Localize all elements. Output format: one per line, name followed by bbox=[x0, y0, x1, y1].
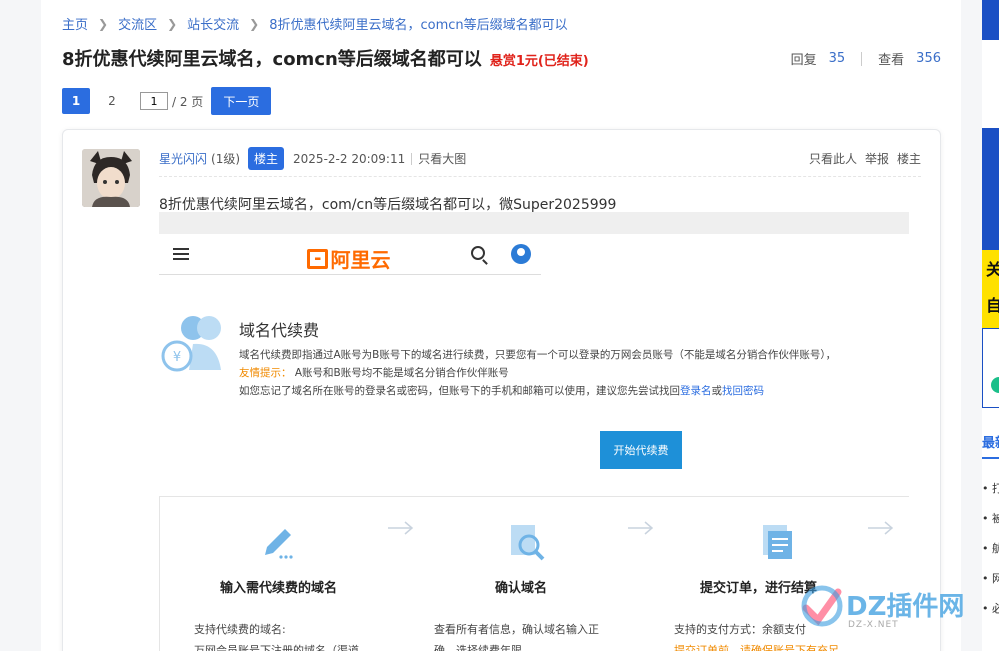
step-2-title: 确认域名 bbox=[495, 581, 548, 596]
floor-label: 楼主 bbox=[896, 152, 921, 166]
menu-icon bbox=[173, 248, 189, 260]
post-body-text: 8折优惠代续阿里云域名，com/cn等后缀域名都可以，微Super2025999 bbox=[159, 197, 617, 213]
screenshot-topbar bbox=[159, 212, 909, 234]
sidebar-card[interactable] bbox=[982, 328, 999, 408]
post-card: 星光闪闪 (1级) 楼主 2025-2-2 20:09:11 只看大图 只看此人… bbox=[62, 129, 941, 651]
renew-description: 域名代续费即指通过A账号为B账号下的域名进行续费，只要您有一个可以登录的万网会员… bbox=[239, 346, 836, 400]
page-2-button[interactable]: 2 bbox=[98, 88, 126, 114]
pencil-icon bbox=[265, 529, 293, 559]
sidebar-latest-item[interactable]: • 打 bbox=[982, 480, 999, 496]
sidebar-latest-item[interactable]: • 航 bbox=[982, 540, 999, 556]
meta-divider bbox=[411, 152, 413, 165]
only-image-link[interactable]: 只看大图 bbox=[418, 150, 466, 167]
watermark-text: DZ插件网 bbox=[846, 592, 965, 622]
sidebar-banner-ad[interactable] bbox=[982, 128, 999, 250]
sidebar-item-text: 航 bbox=[992, 542, 999, 555]
sidebar-banner-yellow[interactable]: 关 自 bbox=[982, 250, 999, 328]
tip-text: A账号和B账号均不能是域名分销合作伙伴账号 bbox=[294, 367, 509, 379]
page-title: 8折优惠代续阿里云域名，comcn等后缀域名都可以 悬赏1元(已结束) bbox=[62, 45, 589, 71]
views-count: 356 bbox=[916, 51, 941, 66]
search-icon bbox=[471, 246, 485, 260]
login-name-link: 登录名 bbox=[680, 385, 712, 397]
main-page: 主页 ❯ 交流区 ❯ 站长交流 ❯ 8折优惠代续阿里云域名，comcn等后缀域名… bbox=[41, 0, 961, 651]
renew-desc-line1: 域名代续费即指通过A账号为B账号下的域名进行续费，只要您有一个可以登录的万网会员… bbox=[239, 349, 837, 361]
step-1-desc-line1: 支持代续费的域名: bbox=[194, 623, 286, 636]
screenshot-nav: - 阿里云 bbox=[159, 239, 541, 275]
thread-title-text: 8折优惠代续阿里云域名，comcn等后缀域名都可以 bbox=[62, 49, 482, 70]
arrow-right-icon bbox=[628, 521, 654, 535]
user-icon bbox=[511, 244, 531, 264]
chevron-right-icon: ❯ bbox=[98, 16, 109, 31]
or-text: 或 bbox=[711, 385, 723, 397]
step-3-desc-line2: 提交订单前，请确保账号下有充足 bbox=[674, 644, 839, 651]
breadcrumb-board[interactable]: 站长交流 bbox=[187, 14, 239, 33]
svg-text:¥: ¥ bbox=[173, 350, 181, 365]
replies-label: 回复 bbox=[790, 53, 817, 68]
page-total: / 2 页 bbox=[172, 94, 204, 109]
step-1-title: 输入需代续费的域名 bbox=[220, 581, 338, 596]
green-dot-icon bbox=[991, 377, 999, 393]
step-2-desc-line1: 查看所有者信息，确认域名输入正 bbox=[434, 623, 599, 636]
stats-divider bbox=[861, 51, 863, 66]
next-page-button[interactable]: 下一页 bbox=[211, 87, 272, 115]
author-level: (1级) bbox=[211, 152, 241, 166]
renew-users-icon: ¥ bbox=[161, 316, 221, 372]
tip-label: 友情提示： bbox=[239, 367, 292, 379]
search-document-icon bbox=[511, 525, 545, 561]
embedded-screenshot: - 阿里云 ¥ 域名代续费 域名代续费即指通过A账号为B账号下的域名进行续费，只… bbox=[159, 212, 909, 651]
thread-stats: 回复 35 查看 356 bbox=[791, 49, 941, 68]
chevron-right-icon: ❯ bbox=[167, 16, 178, 31]
arrow-right-icon bbox=[868, 521, 894, 535]
sidebar-latest-item[interactable]: • 被 bbox=[982, 510, 999, 526]
post-meta: 星光闪闪 (1级) 楼主 2025-2-2 20:09:11 只看大图 只看此人… bbox=[159, 147, 921, 177]
sidebar-item-text: 被 bbox=[992, 512, 999, 525]
watermark-logo-icon bbox=[801, 585, 843, 627]
avatar[interactable] bbox=[82, 149, 140, 207]
start-renew-button: 开始代续费 bbox=[600, 431, 682, 469]
chevron-right-icon: ❯ bbox=[249, 16, 260, 31]
renew-title: 域名代续费 bbox=[239, 321, 320, 340]
aliyun-logo-text: 阿里云 bbox=[330, 248, 391, 272]
step-1-desc: 支持代续费的域名: 万网会员账号下注册的域名（渠道 bbox=[194, 619, 359, 651]
arrow-right-icon bbox=[388, 521, 414, 535]
sidebar-item-text: 必 bbox=[992, 602, 999, 615]
author-link[interactable]: 星光闪闪 bbox=[159, 150, 207, 167]
renew-desc-line2: 友情提示： A账号和B账号均不能是域名分销合作伙伴账号 bbox=[239, 364, 836, 382]
breadcrumb: 主页 ❯ 交流区 ❯ 站长交流 ❯ 8折优惠代续阿里云域名，comcn等后缀域名… bbox=[62, 14, 568, 34]
sidebar-item-text: 网 bbox=[992, 572, 999, 585]
step-2-desc: 查看所有者信息，确认域名输入正 确，选择续费年限。 bbox=[434, 619, 599, 651]
yellow-banner-line2: 自 bbox=[986, 296, 999, 315]
step-1-desc-line2: 万网会员账号下注册的域名（渠道 bbox=[194, 644, 359, 651]
replies-count: 35 bbox=[828, 51, 846, 66]
report-link[interactable]: 举报 bbox=[865, 150, 889, 167]
owner-badge: 楼主 bbox=[248, 147, 285, 170]
sidebar-item-text: 打 bbox=[992, 482, 999, 495]
steps-row: 输入需代续费的域名 支持代续费的域名: 万网会员账号下注册的域名（渠道 确认域名… bbox=[159, 496, 909, 651]
forgot-text: 如您忘记了域名所在账号的登录名或密码，但账号下的手机和邮箱可以使用，建议您先尝试… bbox=[239, 385, 680, 397]
order-document-icon bbox=[763, 525, 792, 559]
aliyun-bracket-icon: - bbox=[307, 248, 329, 269]
avatar-illustration-icon bbox=[82, 149, 140, 207]
right-sidebar: 关 自 最新 • 打 • 被 • 航 • 网 • 必 bbox=[982, 0, 999, 651]
renew-desc-line3: 如您忘记了域名所在账号的登录名或密码，但账号下的手机和邮箱可以使用，建议您先尝试… bbox=[239, 382, 836, 400]
views-label: 查看 bbox=[878, 53, 905, 68]
watermark-subtext: DZ-X.NET bbox=[848, 620, 899, 630]
post-actions: 只看此人 举报 楼主 bbox=[809, 150, 921, 167]
only-author-link[interactable]: 只看此人 bbox=[809, 150, 857, 167]
breadcrumb-forum[interactable]: 交流区 bbox=[118, 14, 157, 33]
pagination: 1 2 / 2 页 下一页 bbox=[62, 87, 272, 115]
sidebar-banner-top[interactable] bbox=[982, 0, 999, 40]
step-2-desc-line2: 确，选择续费年限。 bbox=[434, 644, 533, 651]
aliyun-logo: - 阿里云 bbox=[307, 244, 390, 273]
sidebar-latest-heading: 最新 bbox=[982, 432, 999, 459]
reward-badge: 悬赏1元(已结束) bbox=[489, 54, 589, 69]
post-time: 2025-2-2 20:09:11 bbox=[293, 151, 406, 166]
page-1-button[interactable]: 1 bbox=[62, 88, 90, 114]
breadcrumb-home[interactable]: 主页 bbox=[62, 14, 88, 33]
breadcrumb-current[interactable]: 8折优惠代续阿里云域名，comcn等后缀域名都可以 bbox=[269, 14, 567, 33]
page-number-input[interactable] bbox=[140, 92, 168, 110]
site-watermark: DZ插件网 DZ-X.NET bbox=[800, 580, 990, 636]
recover-password-link: 找回密码 bbox=[722, 385, 764, 397]
yellow-banner-line1: 关 bbox=[986, 260, 999, 279]
